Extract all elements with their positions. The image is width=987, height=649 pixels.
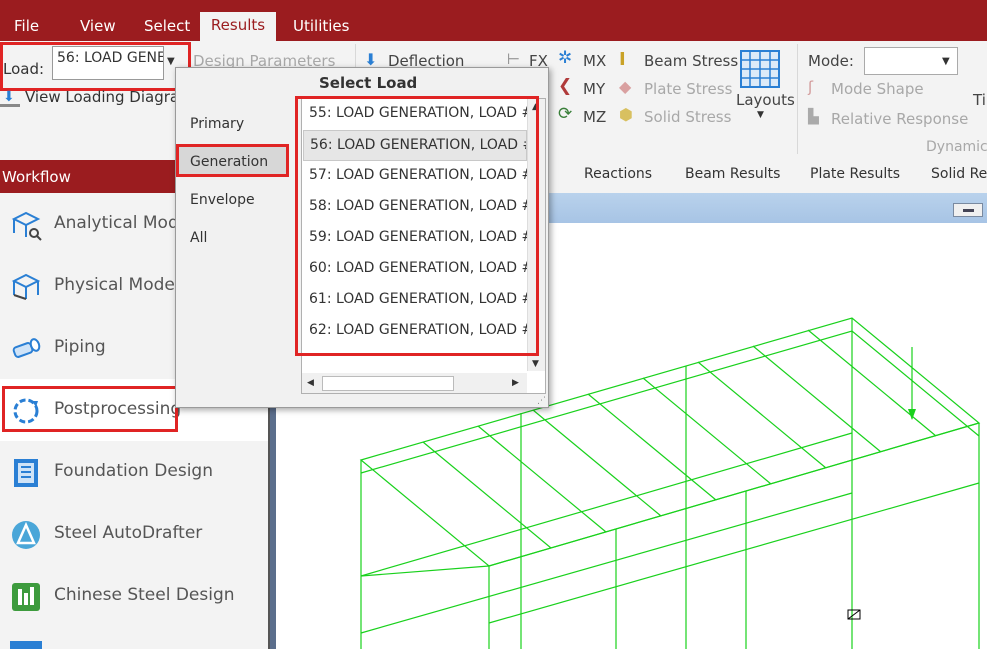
mx-button[interactable]: MX bbox=[583, 52, 606, 70]
solid-stress-button[interactable]: Solid Stress bbox=[644, 108, 731, 126]
relative-response-icon: ▙ bbox=[808, 109, 819, 125]
workflow-item-label: Chinese Steel Design bbox=[54, 585, 235, 605]
load-highlight-box bbox=[0, 42, 191, 91]
download-arrow-icon: ⬇ bbox=[3, 89, 15, 105]
minimize-window-button[interactable] bbox=[953, 203, 983, 217]
piping-icon bbox=[12, 338, 41, 358]
postprocessing-highlight-box bbox=[2, 386, 178, 432]
mode-chevron-down-icon[interactable]: ▼ bbox=[942, 56, 950, 67]
horizontal-scroll-thumb[interactable] bbox=[322, 376, 454, 391]
mx-icon: ✲ bbox=[558, 48, 573, 68]
beam-stress-button[interactable]: Beam Stress bbox=[644, 52, 738, 70]
beam-stress-icon: I bbox=[619, 49, 626, 70]
next-workflow-icon bbox=[10, 641, 42, 649]
category-envelope[interactable]: Envelope bbox=[190, 192, 255, 208]
menu-view[interactable]: View bbox=[80, 17, 116, 35]
category-all[interactable]: All bbox=[190, 230, 207, 246]
mode-label: Mode: bbox=[808, 52, 854, 70]
plate-stress-icon: ◆ bbox=[619, 77, 632, 96]
menu-utilities[interactable]: Utilities bbox=[293, 17, 349, 35]
ribbon-divider-2 bbox=[797, 44, 798, 154]
deflection-icon: ⬇ bbox=[364, 50, 378, 69]
results-tabs: Reactions Beam Results Plate Results Sol… bbox=[545, 160, 987, 193]
view-loading-diagram-button[interactable]: View Loading Diagram bbox=[25, 88, 194, 106]
my-button[interactable]: MY bbox=[583, 80, 605, 98]
my-icon: ❮ bbox=[558, 76, 573, 96]
menu-select[interactable]: Select bbox=[144, 17, 190, 35]
load-list-highlight-box bbox=[295, 96, 539, 356]
layouts-icon bbox=[740, 50, 780, 88]
workflow-item-label: Steel AutoDrafter bbox=[54, 523, 203, 543]
scroll-right-arrow-icon[interactable]: ▶ bbox=[512, 378, 519, 388]
physical-model-icon bbox=[11, 273, 41, 300]
mode-shape-icon: ʃ bbox=[808, 78, 814, 96]
underline-bar bbox=[0, 104, 20, 107]
layouts-button[interactable]: Layouts bbox=[736, 91, 795, 109]
workflow-item-label: Piping bbox=[54, 337, 106, 357]
mz-button[interactable]: MZ bbox=[583, 108, 606, 126]
scroll-down-arrow-icon[interactable]: ▼ bbox=[532, 359, 539, 369]
fx-icon: ⊢ bbox=[507, 50, 521, 68]
steel-autodrafter-icon bbox=[12, 521, 40, 549]
foundation-design-icon bbox=[14, 459, 38, 487]
workflow-item-foundation-design[interactable]: Foundation Design bbox=[0, 441, 270, 503]
relative-response-button[interactable]: Relative Response bbox=[831, 110, 968, 128]
menu-results[interactable]: Results bbox=[200, 12, 276, 41]
generation-highlight-box bbox=[176, 144, 289, 177]
menu-file[interactable]: File bbox=[14, 17, 39, 35]
chinese-steel-design-icon bbox=[12, 583, 40, 611]
tab-reactions[interactable]: Reactions bbox=[584, 166, 652, 182]
workflow-item-chinese-steel-design[interactable]: Chinese Steel Design bbox=[0, 565, 270, 627]
dynamics-group-label: Dynamics bbox=[926, 139, 987, 155]
tab-solid-results[interactable]: Solid Res bbox=[931, 166, 987, 182]
category-primary[interactable]: Primary bbox=[190, 116, 244, 132]
workflow-item-label: Foundation Design bbox=[54, 461, 213, 481]
menu-bar: File View Select Results Utilities bbox=[0, 0, 987, 41]
tab-plate-results[interactable]: Plate Results bbox=[810, 166, 900, 182]
scroll-left-arrow-icon[interactable]: ◀ bbox=[307, 378, 314, 388]
workflow-item-steel-autodrafter[interactable]: Steel AutoDrafter bbox=[0, 503, 270, 565]
plate-stress-button[interactable]: Plate Stress bbox=[644, 80, 732, 98]
popup-title: Select Load bbox=[319, 74, 418, 92]
layouts-chevron-down-icon[interactable]: ▼ bbox=[757, 111, 764, 120]
mode-shape-button[interactable]: Mode Shape bbox=[831, 80, 924, 98]
time-button-partial[interactable]: Ti bbox=[973, 91, 986, 109]
resize-grip-icon[interactable]: ⋰ bbox=[537, 396, 546, 406]
solid-stress-icon: ⬢ bbox=[619, 105, 633, 124]
analytical-model-icon bbox=[11, 211, 42, 241]
tab-beam-results[interactable]: Beam Results bbox=[685, 166, 780, 182]
mz-icon: ⟳ bbox=[558, 104, 573, 124]
